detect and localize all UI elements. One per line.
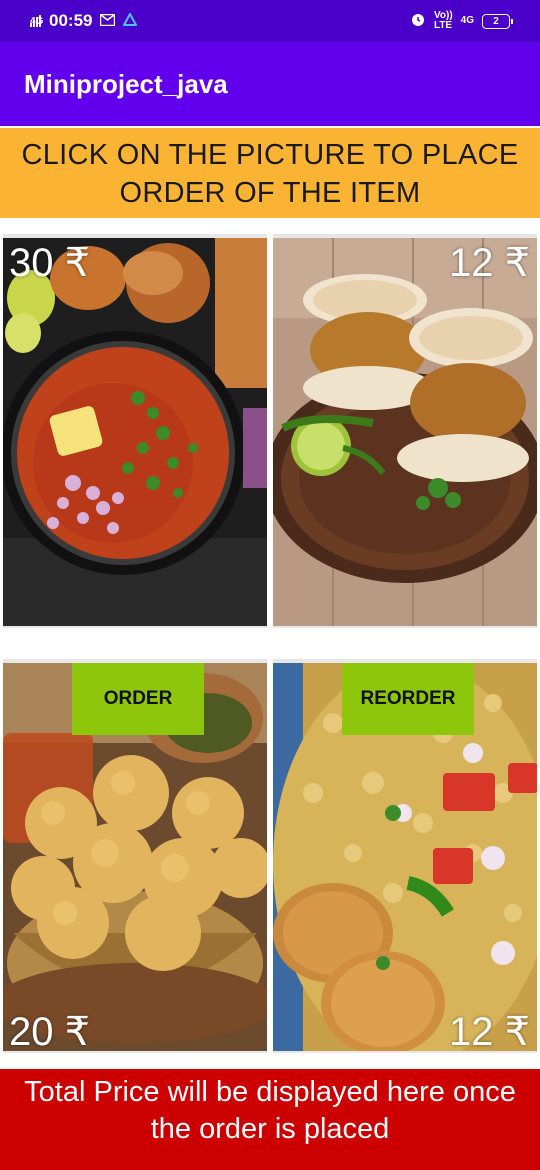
app-title: Miniproject_java [24,68,228,99]
item-price: 30 ₹ [9,241,91,285]
clock: 00:59 [49,11,93,30]
message-icon [100,11,116,31]
pani-puri-image[interactable]: ORDER 20 ₹ [3,663,267,1051]
alarm-icon [410,11,426,32]
item-price: 12 ₹ [449,241,531,285]
item-price: 12 ₹ [449,1010,531,1051]
item-card-2[interactable]: 12 ₹ [273,234,537,628]
battery-icon: 2 [482,13,513,29]
network-type: 4G [30,16,44,27]
total-price-banner: Total Price will be displayed here once … [0,1069,540,1170]
signal-icon: 4G [30,15,44,27]
pav-bhaji-image[interactable]: 30 ₹ [3,238,267,626]
app-bar: Miniproject_java [0,42,540,126]
network-indicator: 4G [460,15,474,26]
status-bar-left: 4G 00:59 [30,11,139,31]
status-bar: 4G 00:59 Vo)) LTE 4G 2 [0,0,540,42]
item-card-1[interactable]: 30 ₹ [3,234,267,628]
battery-level: 2 [493,15,499,27]
item-card-3[interactable]: ORDER 20 ₹ [3,659,267,1053]
volte-indicator: Vo)) LTE [433,10,453,31]
bhel-puri-image[interactable]: REORDER 12 ₹ [273,663,537,1051]
reorder-button[interactable]: REORDER [342,663,474,735]
order-button[interactable]: ORDER [72,663,204,735]
vada-pav-image[interactable]: 12 ₹ [273,238,537,626]
instruction-text: CLICK ON THE PICTURE TO PLACE ORDER OF T… [21,139,519,209]
item-price: 20 ₹ [9,1010,91,1051]
instruction-banner: CLICK ON THE PICTURE TO PLACE ORDER OF T… [0,128,540,218]
alert-icon [122,11,139,31]
total-price-text: Total Price will be displayed here once … [24,1076,516,1145]
status-bar-right: Vo)) LTE 4G 2 [410,10,513,32]
item-card-4[interactable]: REORDER 12 ₹ [273,659,537,1053]
